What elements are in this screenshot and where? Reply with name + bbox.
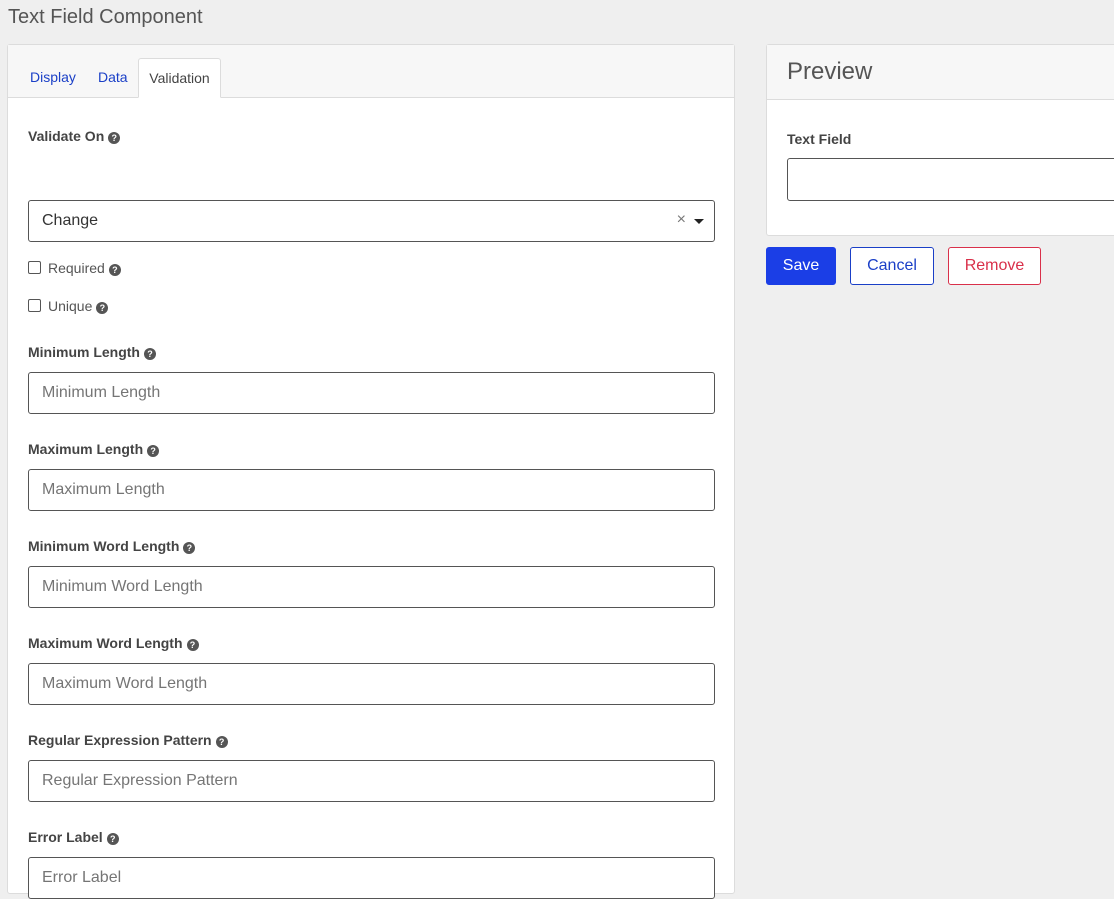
question-circle-icon[interactable]: ?	[183, 542, 196, 554]
component-settings-panel: Display Data Validation Validate On? Cha…	[7, 44, 735, 899]
tab-validation[interactable]: Validation	[138, 58, 221, 98]
maximum-length-input[interactable]	[28, 469, 715, 511]
preview-panel: Preview Text Field	[766, 44, 1114, 236]
question-circle-icon[interactable]: ?	[96, 302, 109, 314]
unique-checkbox[interactable]	[28, 299, 41, 312]
unique-checkbox-row[interactable]: Unique?	[28, 298, 109, 314]
settings-tabs: Display Data Validation	[8, 45, 734, 98]
maximum-length-label: Maximum Length?	[28, 441, 160, 457]
tab-data[interactable]: Data	[98, 58, 128, 96]
question-circle-icon[interactable]: ?	[144, 348, 156, 360]
validate-on-value: Change	[42, 212, 99, 229]
question-circle-icon[interactable]: ?	[147, 445, 160, 457]
clear-icon[interactable]: ×	[677, 211, 686, 229]
tab-display[interactable]: Display	[30, 58, 76, 96]
preview-field-label: Text Field	[787, 131, 852, 147]
caret-down-icon[interactable]	[694, 219, 704, 224]
error-label-label: Error Label?	[28, 829, 119, 845]
validate-on-select[interactable]: Change ×	[28, 200, 715, 242]
maximum-word-length-input[interactable]	[28, 663, 715, 705]
minimum-length-input[interactable]	[28, 372, 715, 414]
question-circle-icon[interactable]: ?	[186, 639, 199, 651]
question-circle-icon[interactable]: ?	[106, 833, 119, 845]
page-title: Text Field Component	[8, 6, 203, 28]
error-label-input[interactable]	[28, 857, 715, 899]
regex-pattern-input[interactable]	[28, 760, 715, 802]
validate-on-label: Validate On?	[28, 128, 121, 144]
regex-pattern-label: Regular Expression Pattern?	[28, 732, 228, 748]
preview-header: Preview	[767, 45, 1114, 100]
preview-title: Preview	[787, 58, 873, 85]
unique-label: Unique	[48, 298, 93, 314]
question-circle-icon[interactable]: ?	[215, 736, 228, 748]
remove-button[interactable]: Remove	[948, 247, 1041, 285]
required-label: Required	[48, 260, 105, 276]
minimum-length-label: Minimum Length?	[28, 344, 156, 360]
minimum-word-length-label: Minimum Word Length?	[28, 538, 196, 554]
question-circle-icon[interactable]: ?	[108, 132, 121, 144]
required-checkbox[interactable]	[28, 261, 41, 274]
minimum-word-length-input[interactable]	[28, 566, 715, 608]
question-circle-icon[interactable]: ?	[108, 264, 121, 276]
required-checkbox-row[interactable]: Required?	[28, 260, 121, 276]
maximum-word-length-label: Maximum Word Length?	[28, 635, 199, 651]
save-button[interactable]: Save	[766, 247, 836, 285]
cancel-button[interactable]: Cancel	[850, 247, 934, 285]
preview-text-field[interactable]	[787, 158, 1114, 201]
